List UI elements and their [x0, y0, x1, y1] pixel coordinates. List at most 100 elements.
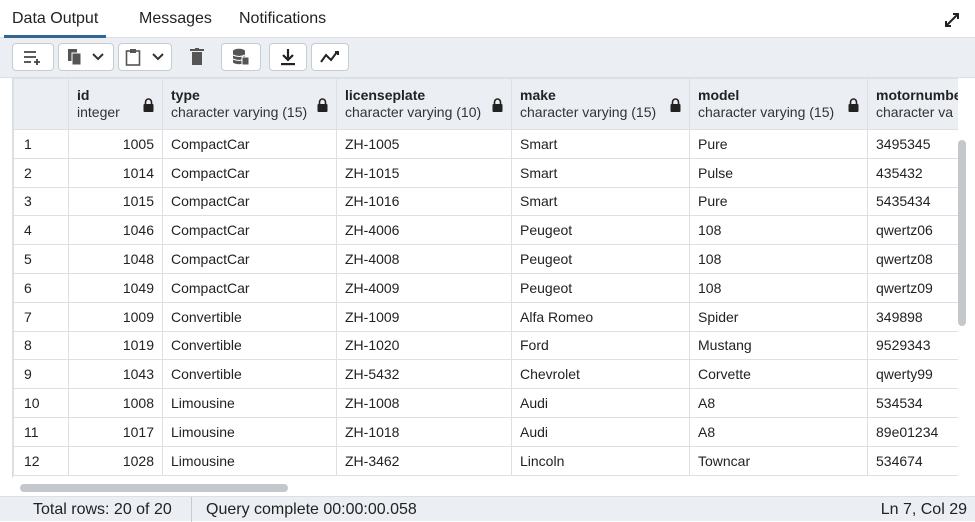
cell-id[interactable]: 1049	[68, 272, 163, 303]
table-row[interactable]: 9 1043 Convertible ZH-5432 Chevrolet Corvette…	[13, 359, 958, 390]
table-cell[interactable]: Peugeot	[511, 244, 690, 274]
table-cell[interactable]: ZH-3462	[336, 445, 512, 476]
cell-id[interactable]: 1019	[68, 330, 163, 361]
table-cell[interactable]: Alfa Romeo	[511, 301, 690, 332]
table-cell[interactable]: ZH-4008	[336, 244, 512, 274]
table-cell[interactable]: Pure	[689, 129, 868, 159]
table-cell[interactable]: ZH-1015	[336, 157, 512, 188]
table-cell[interactable]: Smart	[511, 129, 690, 159]
column-header-make[interactable]: make character varying (15)	[511, 78, 690, 130]
table-cell[interactable]: 3495345	[867, 129, 958, 159]
table-row[interactable]: 1 1005 CompactCar ZH-1005 Smart Pure 3495345	[13, 129, 958, 159]
table-cell[interactable]: CompactCar	[162, 244, 337, 274]
row-number[interactable]: 5	[13, 244, 69, 274]
table-cell[interactable]: 108	[689, 272, 868, 303]
table-cell[interactable]: ZH-1020	[336, 330, 512, 361]
table-cell[interactable]: CompactCar	[162, 272, 337, 303]
graph-visualiser-button[interactable]	[311, 43, 349, 71]
table-row[interactable]: 3 1015 CompactCar ZH-1016 Smart Pure 5435434	[13, 186, 958, 217]
table-cell[interactable]: Audi	[511, 388, 690, 418]
table-row[interactable]: 12 1028 Limousine ZH-3462 Lincoln Towncar 5346…	[13, 445, 958, 476]
cell-id[interactable]: 1014	[68, 157, 163, 188]
paste-button[interactable]	[118, 43, 172, 71]
cell-id[interactable]: 1017	[68, 416, 163, 447]
row-number[interactable]: 3	[13, 186, 69, 217]
cell-id[interactable]: 1015	[68, 186, 163, 217]
row-number[interactable]: 8	[13, 330, 69, 361]
horizontal-scrollbar[interactable]	[20, 484, 288, 492]
table-cell[interactable]: Convertible	[162, 359, 337, 390]
table-cell[interactable]: 534674	[867, 445, 958, 476]
table-cell[interactable]: ZH-5432	[336, 359, 512, 390]
table-row[interactable]: 6 1049 CompactCar ZH-4009 Peugeot 108 qwertz09	[13, 272, 958, 303]
row-number[interactable]: 2	[13, 157, 69, 188]
cell-id[interactable]: 1005	[68, 129, 163, 159]
copy-button[interactable]	[58, 43, 114, 71]
table-cell[interactable]: 108	[689, 215, 868, 246]
table-row[interactable]: 7 1009 Convertible ZH-1009 Alfa Romeo Spider 3…	[13, 301, 958, 332]
table-cell[interactable]: ZH-1018	[336, 416, 512, 447]
download-button[interactable]	[269, 43, 307, 71]
tab-messages[interactable]: Messages	[139, 10, 212, 28]
table-cell[interactable]: Peugeot	[511, 272, 690, 303]
table-cell[interactable]: ZH-4009	[336, 272, 512, 303]
table-cell[interactable]: qwertz06	[867, 215, 958, 246]
table-cell[interactable]: Convertible	[162, 301, 337, 332]
table-cell[interactable]: Corvette	[689, 359, 868, 390]
expand-icon[interactable]	[943, 11, 961, 29]
table-cell[interactable]: 349898	[867, 301, 958, 332]
table-cell[interactable]: qwerty99	[867, 359, 958, 390]
table-cell[interactable]: Spider	[689, 301, 868, 332]
tab-data-output[interactable]: Data Output	[3, 10, 107, 38]
add-row-button[interactable]	[12, 43, 54, 71]
table-cell[interactable]: 534534	[867, 388, 958, 418]
table-cell[interactable]: ZH-1009	[336, 301, 512, 332]
table-cell[interactable]: Chevrolet	[511, 359, 690, 390]
table-row[interactable]: 2 1014 CompactCar ZH-1015 Smart Pulse 435432	[13, 157, 958, 188]
table-cell[interactable]: CompactCar	[162, 186, 337, 217]
table-cell[interactable]: Towncar	[689, 445, 868, 476]
cell-id[interactable]: 1048	[68, 244, 163, 274]
table-cell[interactable]: Ford	[511, 330, 690, 361]
table-cell[interactable]: A8	[689, 416, 868, 447]
table-cell[interactable]: CompactCar	[162, 129, 337, 159]
delete-button[interactable]	[178, 43, 216, 71]
table-cell[interactable]: qwertz08	[867, 244, 958, 274]
table-row[interactable]: 5 1048 CompactCar ZH-4008 Peugeot 108 qwertz08	[13, 244, 958, 274]
table-cell[interactable]: ZH-1005	[336, 129, 512, 159]
table-cell[interactable]: CompactCar	[162, 157, 337, 188]
row-number[interactable]: 6	[13, 272, 69, 303]
table-cell[interactable]: ZH-1016	[336, 186, 512, 217]
table-cell[interactable]: Limousine	[162, 388, 337, 418]
table-cell[interactable]: Smart	[511, 157, 690, 188]
table-row[interactable]: 11 1017 Limousine ZH-1018 Audi A8 89e01234	[13, 416, 958, 447]
row-number[interactable]: 10	[13, 388, 69, 418]
column-header-type[interactable]: type character varying (15)	[162, 78, 337, 130]
cell-id[interactable]: 1046	[68, 215, 163, 246]
column-header-id[interactable]: id integer	[68, 78, 163, 130]
table-cell[interactable]: Limousine	[162, 416, 337, 447]
cell-id[interactable]: 1028	[68, 445, 163, 476]
table-cell[interactable]: 435432	[867, 157, 958, 188]
tab-notifications[interactable]: Notifications	[239, 10, 326, 28]
save-data-button[interactable]	[221, 43, 261, 71]
table-cell[interactable]: Peugeot	[511, 215, 690, 246]
row-number[interactable]: 1	[13, 129, 69, 159]
table-cell[interactable]: Limousine	[162, 445, 337, 476]
table-cell[interactable]: qwertz09	[867, 272, 958, 303]
row-number[interactable]: 4	[13, 215, 69, 246]
row-number[interactable]: 9	[13, 359, 69, 390]
table-cell[interactable]: CompactCar	[162, 215, 337, 246]
table-cell[interactable]: Smart	[511, 186, 690, 217]
column-header-licenseplate[interactable]: licenseplate character varying (10)	[336, 78, 512, 130]
table-cell[interactable]: ZH-1008	[336, 388, 512, 418]
table-cell[interactable]: Lincoln	[511, 445, 690, 476]
cell-id[interactable]: 1009	[68, 301, 163, 332]
table-cell[interactable]: ZH-4006	[336, 215, 512, 246]
row-number[interactable]: 7	[13, 301, 69, 332]
column-header-model[interactable]: model character varying (15)	[689, 78, 868, 130]
vertical-scrollbar[interactable]	[958, 140, 966, 326]
row-number[interactable]: 11	[13, 416, 69, 447]
table-cell[interactable]: A8	[689, 388, 868, 418]
table-cell[interactable]: Convertible	[162, 330, 337, 361]
